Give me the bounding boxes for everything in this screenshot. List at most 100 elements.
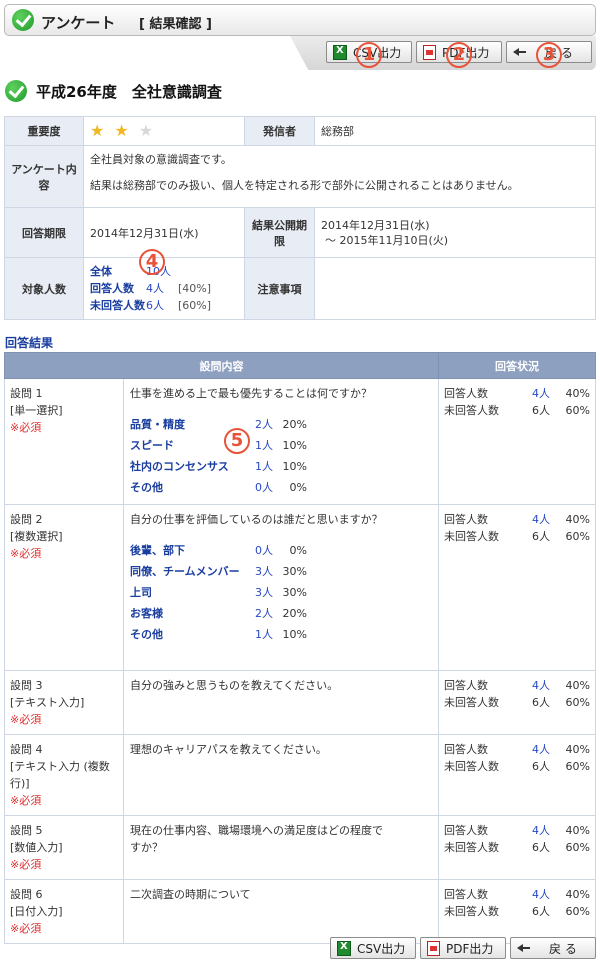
- answered-count-link[interactable]: 4人: [516, 385, 550, 402]
- survey-title: 平成26年度 全社意識調査: [36, 83, 222, 101]
- answer-status-cell: 回答人数 4人 40% 未回答人数 6人 60%: [438, 504, 596, 671]
- unanswered-count: 6人: [532, 404, 550, 417]
- option-count-link[interactable]: 0人: [245, 542, 273, 559]
- option-count-link[interactable]: 3人: [245, 584, 273, 601]
- back-button-bottom[interactable]: 戻 る: [510, 937, 596, 959]
- unanswered-row: 未回答人数 6人 [60%]: [90, 297, 238, 314]
- back-arrow-icon: [517, 942, 531, 954]
- question-content-cell: 現在の仕事内容、職場環境への満足度はどの程度ですか？: [123, 815, 439, 880]
- pdf-icon: [423, 44, 436, 60]
- answered-count-link[interactable]: 4人: [516, 822, 550, 839]
- unanswered-label: 未回答人数: [444, 696, 499, 709]
- answered-pct: 40%: [565, 387, 590, 400]
- required-mark: ※必須: [10, 858, 42, 871]
- option-count-link[interactable]: 2人: [245, 605, 273, 622]
- question-number: 設問 4: [10, 743, 43, 756]
- option-list: 品質・精度 2人 20% スピード 1人 10% 社内のコンセンサス 1人 10% その他 0人 0%: [130, 414, 432, 498]
- answered-pct: 40%: [565, 679, 590, 692]
- option-count-link[interactable]: 2人: [245, 416, 273, 433]
- option-label: その他: [130, 481, 163, 494]
- question-type: [数値入力]: [10, 841, 63, 854]
- unanswered-count: 6人: [532, 841, 550, 854]
- answer-status-cell: 回答人数 4人 40% 未回答人数 6人 60%: [438, 879, 596, 944]
- answered-label: 回答人数: [444, 743, 488, 756]
- option-label: 同僚、チームメンバー: [130, 565, 240, 578]
- target-header: 対象人数: [4, 257, 84, 320]
- option-row: 上司 3人 30%: [130, 582, 432, 603]
- unanswered-label: 未回答人数: [444, 841, 499, 854]
- callout-marker-1: 1: [356, 42, 382, 68]
- answered-pct: 40%: [565, 824, 590, 837]
- answered-count-link[interactable]: 4人: [516, 886, 550, 903]
- unanswered-label: 未回答人数: [90, 299, 145, 312]
- unanswered-label: 未回答人数: [444, 760, 499, 773]
- option-label: 後輩、部下: [130, 544, 185, 557]
- unanswered-label: 未回答人数: [444, 404, 499, 417]
- option-count-link[interactable]: 3人: [245, 563, 273, 580]
- content-line-1: 全社員対象の意識調査です。: [90, 153, 232, 166]
- option-count-link[interactable]: 1人: [245, 458, 273, 475]
- question-type: [日付入力]: [10, 905, 63, 918]
- option-pct: 0%: [289, 544, 307, 557]
- question-number: 設問 1: [10, 387, 43, 400]
- question-number-cell: 設問 6 [日付入力] ※必須: [4, 879, 124, 944]
- survey-check-icon: [5, 80, 27, 102]
- content-value: 全社員対象の意識調査です。 結果は総務部でのみ扱い、個人を特定される形で部外に公…: [83, 145, 596, 208]
- required-mark: ※必須: [10, 547, 42, 560]
- question-number-cell: 設問 2 [複数選択] ※必須: [4, 504, 124, 671]
- option-label: その他: [130, 628, 163, 641]
- unanswered-pct: 60%: [565, 696, 590, 709]
- option-pct: 20%: [282, 607, 307, 620]
- question-type: [単一選択]: [10, 404, 63, 417]
- unanswered-count: 6人: [532, 530, 550, 543]
- publish-to: ～ 2015年11月10日(火): [325, 233, 449, 247]
- option-row: その他 1人 10%: [130, 624, 432, 645]
- option-pct: 10%: [282, 628, 307, 641]
- option-row: 同僚、チームメンバー 3人 30%: [130, 561, 432, 582]
- csv-export-label: CSV出力: [357, 941, 406, 956]
- results-table: 設問内容 回答状況 設問 1 [単一選択] ※必須 仕事を進める上で最も優先することは…: [4, 352, 596, 944]
- answered-count-link[interactable]: 4人: [516, 741, 550, 758]
- results-body: 設問 1 [単一選択] ※必須 仕事を進める上で最も優先することは何ですか？ 品質・精度…: [4, 378, 596, 944]
- question-number: 設問 3: [10, 679, 43, 692]
- csv-export-button-bottom[interactable]: CSV出力: [330, 937, 416, 959]
- unanswered-status-row: 未回答人数 6人 60%: [444, 694, 590, 711]
- question-number-cell: 設問 4 [テキスト入力 (複数行)] ※必須: [4, 734, 124, 816]
- question-number: 設問 2: [10, 513, 43, 526]
- answered-count-link[interactable]: 4人: [516, 677, 550, 694]
- option-pct: 0%: [289, 481, 307, 494]
- header-bar: アンケート [ 結果確認 ]: [4, 4, 596, 36]
- question-text: 二次調査の時期について: [130, 888, 251, 901]
- answered-count-link[interactable]: 4人: [146, 280, 178, 297]
- excel-icon: [337, 940, 351, 956]
- option-row: 品質・精度 2人 20%: [130, 414, 432, 435]
- answered-label: 回答人数: [444, 387, 488, 400]
- unanswered-pct: [60%]: [178, 299, 212, 312]
- option-pct: 20%: [282, 418, 307, 431]
- answered-label: 回答人数: [444, 824, 488, 837]
- pdf-export-button-bottom[interactable]: PDF出力: [420, 937, 506, 959]
- unanswered-status-row: 未回答人数 6人 60%: [444, 903, 590, 920]
- option-count-link[interactable]: 1人: [245, 626, 273, 643]
- required-mark: ※必須: [10, 421, 42, 434]
- publish-header: 結果公開期限: [244, 207, 315, 258]
- answered-label: 回答人数: [444, 679, 488, 692]
- option-pct: 30%: [282, 565, 307, 578]
- answered-count-link[interactable]: 4人: [516, 511, 550, 528]
- deadline-header: 回答期限: [4, 207, 84, 258]
- question-content-cell: 仕事を進める上で最も優先することは何ですか？ 品質・精度 2人 20% スピード 1人 10…: [123, 378, 439, 505]
- callout-marker-3: 3: [536, 42, 562, 68]
- answered-pct: 40%: [565, 743, 590, 756]
- content-line-2: 結果は総務部でのみ扱い、個人を特定される形で部外に公開されることはありません。: [90, 179, 519, 192]
- answered-status-row: 回答人数 4人 40%: [444, 511, 590, 528]
- question-content-cell: 二次調査の時期について: [123, 879, 439, 944]
- answered-status-row: 回答人数 4人 40%: [444, 741, 590, 758]
- answer-status-cell: 回答人数 4人 40% 未回答人数 6人 60%: [438, 670, 596, 735]
- option-row: お客様 2人 20%: [130, 603, 432, 624]
- question-type: [テキスト入力 (複数行)]: [10, 760, 110, 790]
- answered-pct: 40%: [565, 513, 590, 526]
- option-count-link[interactable]: 0人: [245, 479, 273, 496]
- option-pct: 10%: [282, 439, 307, 452]
- unanswered-count-link[interactable]: 6人: [146, 297, 178, 314]
- option-label: 上司: [130, 586, 152, 599]
